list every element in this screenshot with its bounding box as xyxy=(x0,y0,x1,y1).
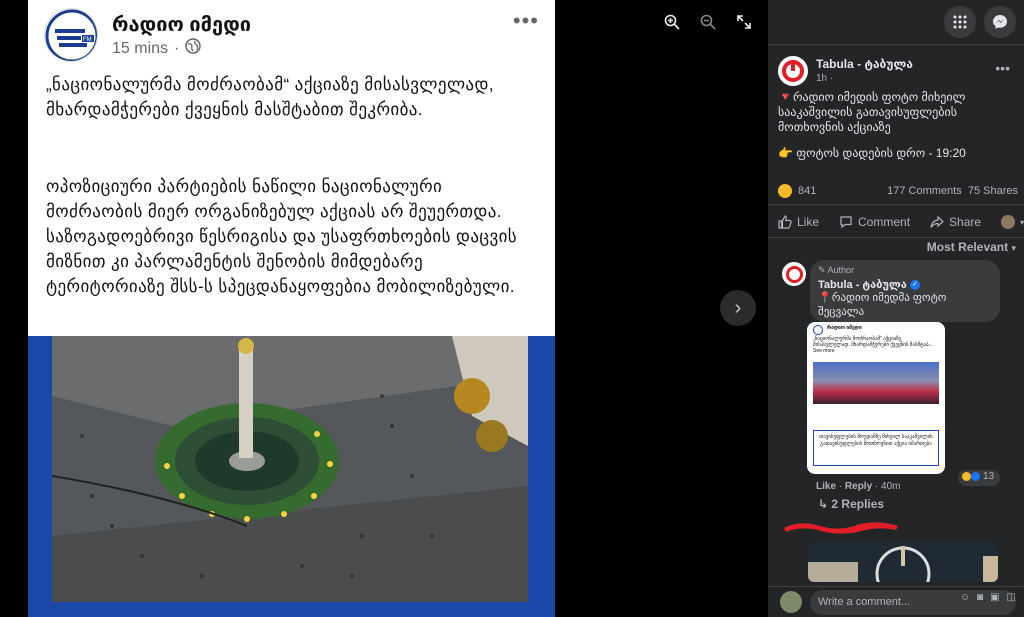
sidebar-post-header: Tabula - ტაბულა 1h · ••• xyxy=(778,56,1016,88)
verified-badge-icon: ✓ xyxy=(909,280,920,291)
current-user-avatar[interactable] xyxy=(780,591,802,613)
thumb-text: „ნაციონალურმა მოძრაობამ“ აქციაზე მისასვლ… xyxy=(813,336,933,354)
share-label: Share xyxy=(949,215,982,229)
poster-time[interactable]: 1h · xyxy=(816,73,833,84)
messenger-icon[interactable] xyxy=(984,6,1016,38)
zoom-in-icon[interactable] xyxy=(662,14,682,34)
post-screenshot: FM რადიო იმედი 15 mins · ••• „ნაციონალურ… xyxy=(28,0,555,617)
chevron-down-icon: ▾ xyxy=(1011,243,1016,253)
reply-arrow-icon: ↳ xyxy=(818,497,832,511)
reactions-row: 841 177 Comments 75 Shares xyxy=(778,184,1018,200)
more-options-icon[interactable]: ••• xyxy=(513,8,539,34)
sidebar-post-time-note: 👉 ფოტოს დადების დრო - 19:20 xyxy=(778,146,966,160)
comments-shares-count[interactable]: 177 Comments 75 Shares xyxy=(887,185,1018,197)
top-icons xyxy=(944,6,1016,38)
post-header: FM რადიო იმედი 15 mins · ••• xyxy=(44,8,545,64)
globe-icon xyxy=(185,38,202,59)
comment-label: Comment xyxy=(858,215,911,229)
comment-bubble: ✎ Author Tabula - ტაბულა ✓ 📍რადიო იმედმა… xyxy=(810,260,1000,322)
chevron-down-icon: ▾ xyxy=(1020,217,1024,227)
haha-reaction-icon xyxy=(962,471,971,481)
reaction-count[interactable]: 841 xyxy=(798,185,816,197)
redacted-scribble xyxy=(780,516,900,538)
haha-reaction-icon[interactable] xyxy=(778,184,792,198)
view-replies[interactable]: ↳ 2 Replies xyxy=(818,497,884,511)
zoom-out-icon[interactable] xyxy=(698,14,718,34)
share-icon xyxy=(930,215,944,228)
comment-actions: Like · Reply · 40m xyxy=(816,481,901,492)
post-options-icon[interactable]: ••• xyxy=(995,60,1010,76)
poster-name[interactable]: Tabula - ტაბულა xyxy=(816,57,913,71)
comment-attached-image[interactable]: რადიო იმედი „ნაციონალურმა მოძრაობამ“ აქც… xyxy=(807,322,945,474)
post-text-paragraph-2: ოპოზიციური პარტიების ნაწილი ნაციონალური … xyxy=(46,177,518,296)
post-actions: Like Comment Share ▾ xyxy=(768,208,1024,236)
write-comment-row: Write a comment... ☺ ◙ ▣ ◫ xyxy=(768,586,1024,617)
actions-divider-bottom xyxy=(768,237,1024,238)
sticker-icon[interactable]: ◫ xyxy=(1007,592,1016,603)
thumb-caption: თავისუფლების მოედანზე მიხეილ სააკაშვილის… xyxy=(813,430,939,466)
comment-reply-link[interactable]: Reply xyxy=(845,481,872,492)
user-avatar-small xyxy=(1001,215,1016,229)
like-button[interactable]: Like xyxy=(778,215,819,229)
top-divider xyxy=(768,44,1024,45)
aerial-square-photo xyxy=(52,336,528,602)
pencil-icon: ✎ xyxy=(818,265,828,275)
second-comment-image[interactable] xyxy=(808,542,998,582)
fullscreen-icon[interactable] xyxy=(734,14,754,34)
svg-text:FM: FM xyxy=(83,37,92,43)
emoji-icon[interactable]: ☺ xyxy=(960,592,970,603)
comment-like-link[interactable]: Like xyxy=(816,481,836,492)
like-label: Like xyxy=(797,215,820,229)
camera-icon[interactable]: ◙ xyxy=(977,592,983,603)
gif-icon[interactable]: ▣ xyxy=(990,592,999,603)
tabula-avatar[interactable] xyxy=(778,56,808,86)
comment-author-avatar[interactable] xyxy=(782,262,806,286)
page-name[interactable]: რადიო იმედი xyxy=(112,12,251,37)
like-reaction-icon xyxy=(971,471,980,481)
post-text-paragraph-1: „ნაციონალურმა მოძრაობამ“ აქციაზე მისასვლ… xyxy=(46,75,494,119)
actions-divider-top xyxy=(768,204,1024,205)
audience-selector[interactable]: ▾ xyxy=(1001,215,1024,229)
comments-sidebar: Tabula - ტაბულა 1h · ••• 🔻რადიო იმედის ფ… xyxy=(768,0,1024,617)
thumbs-up-icon xyxy=(778,215,792,229)
thumb-page-name: რადიო იმედი xyxy=(827,325,862,331)
comment-button[interactable]: Comment xyxy=(839,215,910,229)
radio-imedi-logo xyxy=(813,325,823,335)
photo-frame xyxy=(28,336,555,617)
comment-time[interactable]: 40m xyxy=(881,481,900,492)
viewer-controls xyxy=(662,14,754,34)
meta-dot: · xyxy=(174,39,180,57)
menu-grid-icon[interactable] xyxy=(944,6,976,38)
share-button[interactable]: Share xyxy=(930,215,981,229)
comment-reactions[interactable]: 13 xyxy=(958,470,1001,486)
next-photo-button[interactable]: › xyxy=(720,290,756,326)
photo-viewer: FM რადიო იმედი 15 mins · ••• „ნაციონალურ… xyxy=(0,0,768,617)
author-badge: ✎ Author xyxy=(818,265,855,275)
comment-author-name[interactable]: Tabula - ტაბულა ✓ xyxy=(818,278,992,291)
sidebar-post-text: 🔻რადიო იმედის ფოტო მიხეილ სააკაშვილის გა… xyxy=(778,90,966,134)
radio-imedi-logo: FM xyxy=(44,8,98,62)
thumb-rally-photo xyxy=(813,362,939,404)
sort-dropdown[interactable]: Most Relevant ▾ xyxy=(927,240,1016,254)
post-time[interactable]: 15 mins xyxy=(112,40,168,58)
comment-tools: ☺ ◙ ▣ ◫ xyxy=(960,592,1016,603)
comment-icon xyxy=(840,216,852,229)
comment-text: 📍რადიო იმედმა ფოტო შეცვალა xyxy=(818,292,947,318)
post-meta: 15 mins · xyxy=(112,38,202,59)
